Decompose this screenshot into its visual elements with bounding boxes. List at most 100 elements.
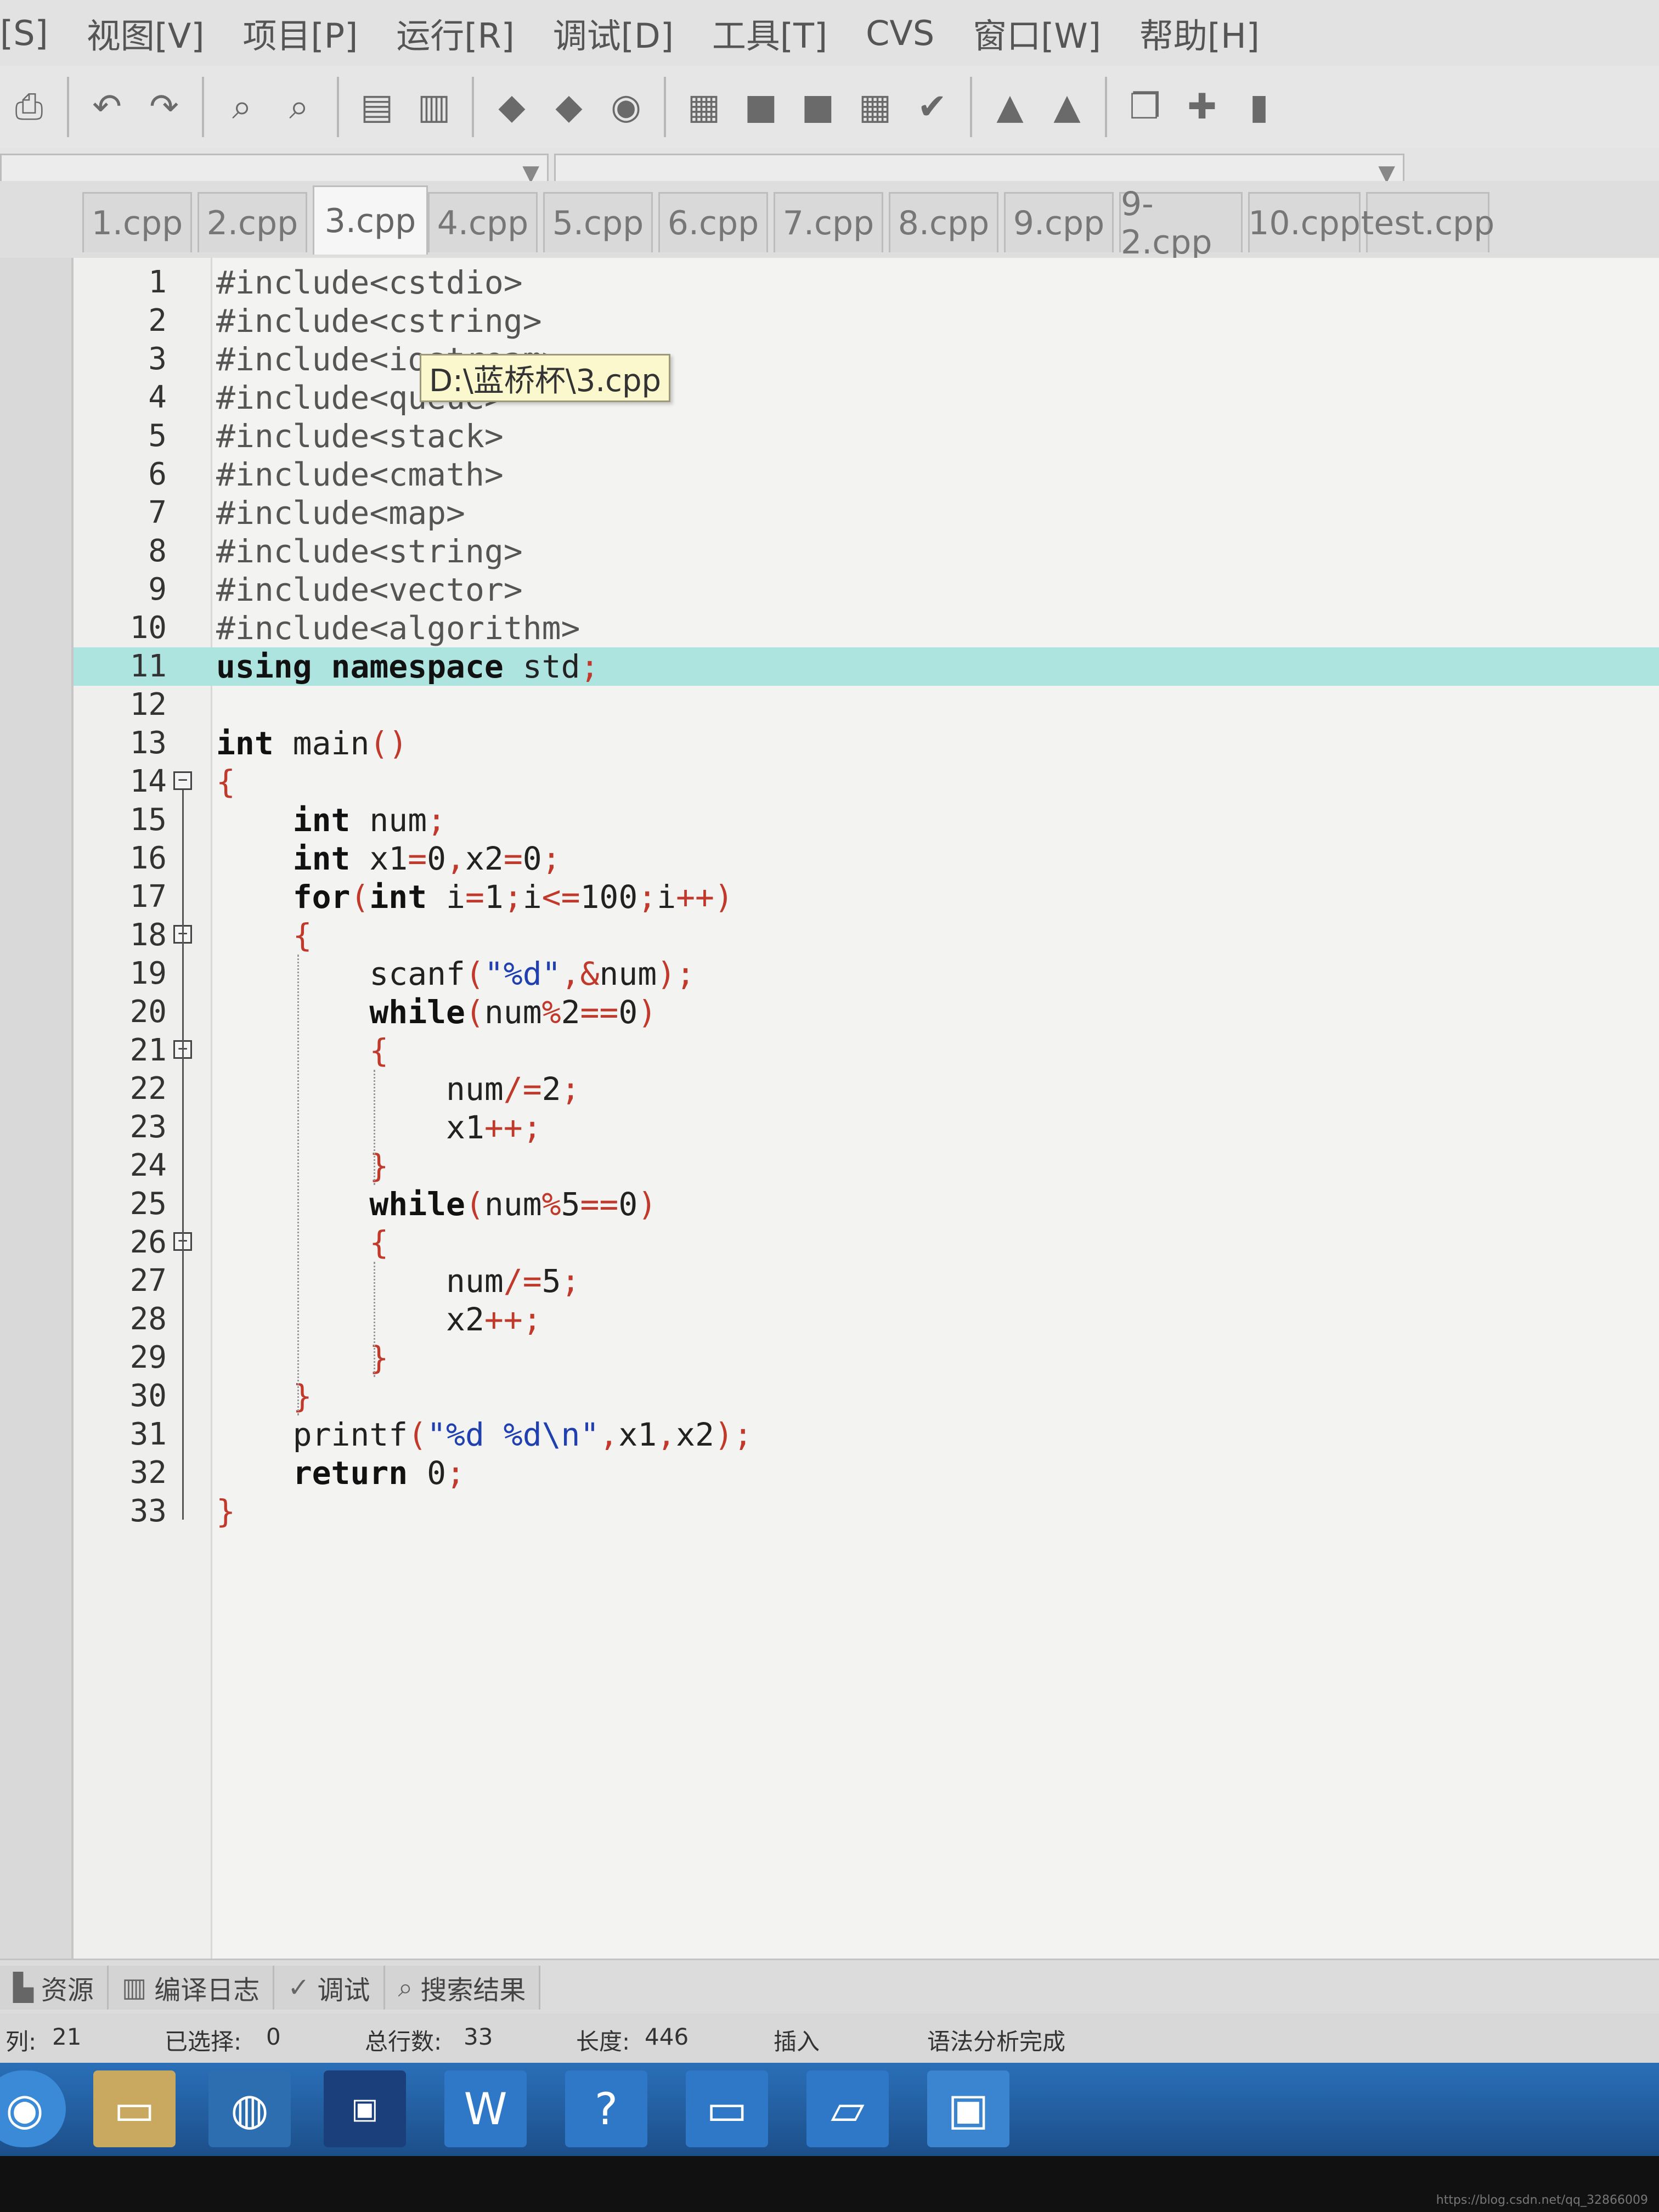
tab-6-cpp[interactable]: 6.cpp <box>658 192 768 252</box>
code-line[interactable]: 11 using namespace std; <box>74 647 1659 686</box>
code-line[interactable]: 20 while(num%2==0) <box>74 993 1659 1031</box>
code-line[interactable]: 17 for(int i=1;i<=100;i++) <box>74 878 1659 916</box>
code-line[interactable]: 22 num/=2; <box>74 1070 1659 1108</box>
find-icon[interactable]: ⌕ <box>218 83 266 131</box>
tab-8-cpp[interactable]: 8.cpp <box>889 192 998 252</box>
chrome-icon[interactable]: ◍ <box>208 2070 291 2147</box>
new-project-icon[interactable]: ❐ <box>1121 83 1169 131</box>
code-line[interactable]: 31 printf("%d %d\n",x1,x2); <box>74 1415 1659 1454</box>
code-line[interactable]: 4 #include<queue> <box>74 379 1659 417</box>
close-project-icon[interactable]: ▮ <box>1235 83 1283 131</box>
rebuild-icon[interactable]: ▦ <box>851 83 899 131</box>
code-line[interactable]: 3 #include<iostream> <box>74 340 1659 379</box>
compile-run-icon[interactable]: ■ <box>794 83 842 131</box>
line-number: 16 <box>129 840 167 876</box>
compile-log-icon: ▥ <box>121 1972 147 2003</box>
menu-item[interactable]: CVS <box>866 13 934 53</box>
line-number: 7 <box>148 495 167 531</box>
redo-icon[interactable]: ↷ <box>140 83 188 131</box>
toolbar-separator <box>1105 77 1107 137</box>
code-line[interactable]: 24 } <box>74 1147 1659 1185</box>
menu-item[interactable]: [S] <box>0 13 48 53</box>
undo-icon[interactable]: ↶ <box>83 83 131 131</box>
console-window-icon[interactable]: ▣ <box>927 2070 1009 2147</box>
menu-item[interactable]: 工具[T] <box>712 8 827 58</box>
bottom-tab-debug[interactable]: ✓ 调试 <box>274 1966 385 2010</box>
menu-item[interactable]: 项目[P] <box>243 8 358 58</box>
menu-item[interactable]: 窗口[W] <box>973 8 1101 58</box>
line-number: 13 <box>129 725 167 761</box>
code-line[interactable]: 32 return 0; <box>74 1454 1659 1492</box>
document-app-icon[interactable]: ▱ <box>806 2070 889 2147</box>
debug-icon[interactable]: ▲ <box>986 83 1034 131</box>
run-icon[interactable]: ■ <box>737 83 785 131</box>
code-line[interactable]: 30 } <box>74 1377 1659 1415</box>
menu-item[interactable]: 帮助[H] <box>1139 8 1260 58</box>
start-button-icon[interactable]: ◉ <box>0 2070 66 2147</box>
code-line[interactable]: 27 num/=5; <box>74 1262 1659 1300</box>
code-editor[interactable]: 1 #include<cstdio> 2 #include<cstring> 3 #inc… <box>74 258 1659 1959</box>
tab-7-cpp[interactable]: 7.cpp <box>774 192 883 252</box>
line-number: 26 <box>129 1224 167 1260</box>
code-text: { <box>369 1032 389 1069</box>
code-line[interactable]: 15 int num; <box>74 801 1659 839</box>
code-line[interactable]: 6 #include<cmath> <box>74 455 1659 494</box>
code-line[interactable]: 2 #include<cstring> <box>74 302 1659 340</box>
menu-item[interactable]: 视图[V] <box>87 8 205 58</box>
code-line[interactable]: 33} <box>74 1492 1659 1531</box>
code-text: } <box>369 1147 389 1184</box>
tab-2-cpp[interactable]: 2.cpp <box>198 192 307 252</box>
help-icon[interactable]: ? <box>565 2070 647 2147</box>
replace-icon[interactable]: ⌕ <box>275 83 323 131</box>
code-line[interactable]: 23 x1++; <box>74 1108 1659 1147</box>
code-line[interactable]: 13 int main() <box>74 724 1659 763</box>
bookmark-icon[interactable]: ◆ <box>488 83 535 131</box>
window-app-icon[interactable]: ▭ <box>686 2070 768 2147</box>
code-line[interactable]: 21− { <box>74 1031 1659 1070</box>
line-number: 24 <box>129 1148 167 1183</box>
goto-line-icon[interactable]: ◉ <box>602 83 650 131</box>
code-line[interactable]: 29 } <box>74 1339 1659 1377</box>
tab-1-cpp[interactable]: 1.cpp <box>82 192 192 252</box>
word-icon[interactable]: W <box>444 2070 527 2147</box>
code-line[interactable]: 14− { <box>74 763 1659 801</box>
add-file-icon[interactable]: ✚ <box>1178 83 1226 131</box>
code-line[interactable]: 1 #include<cstdio> <box>74 263 1659 302</box>
tab-10-cpp[interactable]: 10.cpp <box>1248 192 1361 252</box>
code-line[interactable]: 25 while(num%5==0) <box>74 1185 1659 1223</box>
tab-9-cpp[interactable]: 9.cpp <box>1004 192 1114 252</box>
code-line[interactable]: 26− { <box>74 1223 1659 1262</box>
code-line[interactable]: 7 #include<map> <box>74 494 1659 532</box>
menu-item[interactable]: 运行[R] <box>396 8 514 58</box>
stop-debug-icon[interactable]: ▲ <box>1043 83 1091 131</box>
code-line[interactable]: 18− { <box>74 916 1659 955</box>
check-icon[interactable]: ✔ <box>909 83 956 131</box>
bottom-tab-compile-log[interactable]: ▥ 编译日志 <box>108 1966 275 2010</box>
code-line[interactable]: 12 <box>74 686 1659 724</box>
tab-4-cpp[interactable]: 4.cpp <box>428 192 538 252</box>
tab-3-cpp[interactable]: 3.cpp <box>313 185 428 255</box>
code-line[interactable]: 9 #include<vector> <box>74 571 1659 609</box>
compile-icon[interactable]: ▦ <box>680 83 727 131</box>
tab-9-2-cpp[interactable]: 9-2.cpp <box>1119 185 1243 262</box>
bottom-panel-tabs: ▙ 资源 ▥ 编译日志 ✓ 调试 ⌕ 搜索结果 <box>0 1959 1659 2015</box>
tab-5-cpp[interactable]: 5.cpp <box>543 192 653 252</box>
bottom-tab-resources[interactable]: ▙ 资源 <box>0 1966 109 2010</box>
bottom-tab-search-results[interactable]: ⌕ 搜索结果 <box>385 1966 541 2010</box>
indent-icon[interactable]: ▤ <box>353 83 400 131</box>
file-explorer-icon[interactable]: ▭ <box>93 2070 176 2147</box>
goto-bookmark-icon[interactable]: ◆ <box>545 83 592 131</box>
print-icon[interactable]: ⎙ <box>5 83 53 131</box>
code-line[interactable]: 10 #include<algorithm> <box>74 609 1659 647</box>
unindent-icon[interactable]: ▥ <box>410 83 458 131</box>
fold-toggle-icon[interactable]: − <box>173 771 192 790</box>
dev-cpp-icon[interactable]: ▣ <box>324 2070 406 2147</box>
code-text: { <box>216 763 235 800</box>
menu-item[interactable]: 调试[D] <box>553 8 674 58</box>
code-line[interactable]: 28 x2++; <box>74 1300 1659 1339</box>
code-line[interactable]: 8 #include<string> <box>74 532 1659 571</box>
code-line[interactable]: 5 #include<stack> <box>74 417 1659 455</box>
code-line[interactable]: 19 scanf("%d",&num); <box>74 955 1659 993</box>
code-line[interactable]: 16 int x1=0,x2=0; <box>74 839 1659 878</box>
tab-test-cpp[interactable]: test.cpp <box>1361 192 1494 252</box>
